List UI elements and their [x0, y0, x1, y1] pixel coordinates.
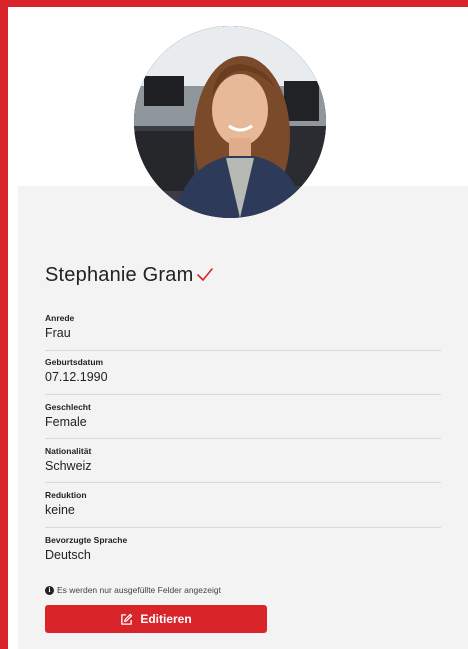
info-circle-icon: i [45, 585, 54, 595]
field-label: Nationalität [45, 446, 92, 456]
field-label: Bevorzugte Sprache [45, 535, 128, 545]
field-label: Anrede [45, 313, 75, 323]
field-label: Geburtsdatum [45, 357, 104, 367]
edit-icon [121, 613, 133, 625]
field-value: 07.12.1990 [45, 370, 108, 384]
frame-border-left [0, 0, 8, 649]
field-value: keine [45, 503, 75, 517]
field-geburtsdatum: Geburtsdatum 07.12.1990 [45, 357, 441, 395]
field-anrede: Anrede Frau [45, 313, 441, 351]
field-divider [45, 350, 441, 351]
profile-name: Stephanie Gram [45, 263, 194, 286]
info-text: Es werden nur ausgefüllte Felder angezei… [57, 585, 221, 595]
profile-avatar [134, 26, 326, 218]
field-value: Schweiz [45, 459, 92, 473]
field-label: Geschlecht [45, 402, 91, 412]
field-value: Female [45, 415, 87, 429]
field-divider [45, 438, 441, 439]
frame-border-top [0, 0, 468, 7]
field-label: Reduktion [45, 490, 87, 500]
field-divider [45, 527, 441, 528]
info-note: i Es werden nur ausgefüllte Felder angez… [45, 585, 221, 595]
field-nationalitaet: Nationalität Schweiz [45, 446, 441, 483]
field-divider [45, 394, 441, 395]
edit-button-label: Editieren [140, 612, 192, 626]
profile-name-row: Stephanie Gram [45, 262, 214, 288]
field-reduktion: Reduktion keine [45, 490, 441, 528]
field-value: Deutsch [45, 548, 91, 562]
field-divider [45, 482, 441, 483]
field-value: Frau [45, 326, 71, 340]
field-bevorzugte-sprache: Bevorzugte Sprache Deutsch [45, 535, 441, 564]
field-geschlecht: Geschlecht Female [45, 402, 441, 439]
check-icon [197, 268, 214, 281]
edit-button[interactable]: Editieren [45, 605, 267, 633]
